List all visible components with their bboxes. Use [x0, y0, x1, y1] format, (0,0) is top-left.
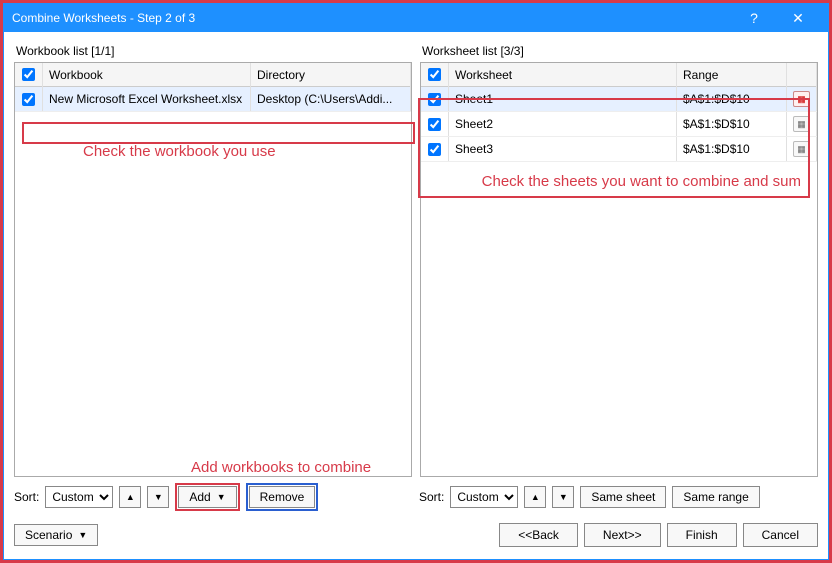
- scenario-button[interactable]: Scenario▼: [14, 524, 98, 546]
- worksheet-row-check[interactable]: [428, 118, 441, 131]
- dialog-body: Workbook list [1/1] Workbook Directory N…: [4, 32, 828, 477]
- workbook-row-dir: Desktop (C:\Users\Addi...: [251, 87, 411, 111]
- same-sheet-button[interactable]: Same sheet: [580, 486, 666, 508]
- add-button[interactable]: Add▼: [178, 486, 236, 508]
- workbook-header-name[interactable]: Workbook: [43, 63, 251, 87]
- workbook-header-check[interactable]: [15, 63, 43, 87]
- workbook-row-check[interactable]: [22, 93, 35, 106]
- annotation-highlight-add: Add▼: [175, 483, 239, 511]
- close-button[interactable]: ✕: [776, 4, 820, 32]
- worksheet-row-check[interactable]: [428, 143, 441, 156]
- worksheet-pane: Worksheet list [3/3] Worksheet Range She…: [420, 42, 818, 477]
- annotation-frame: Combine Worksheets - Step 2 of 3 ? ✕ Wor…: [0, 0, 832, 563]
- workbook-row-name: New Microsoft Excel Worksheet.xlsx: [43, 87, 251, 111]
- workbook-move-down-button[interactable]: ▼: [147, 486, 169, 508]
- worksheet-row[interactable]: Sheet3 $A$1:$D$10 ▦: [421, 137, 817, 162]
- worksheet-grid: Worksheet Range Sheet1 $A$1:$D$10 ▦ Shee…: [420, 62, 818, 477]
- worksheet-check-all[interactable]: [428, 68, 441, 81]
- annotation-highlight-remove: Remove: [246, 483, 319, 511]
- worksheet-row[interactable]: Sheet1 $A$1:$D$10 ▦: [421, 87, 817, 112]
- worksheet-move-up-button[interactable]: ▲: [524, 486, 546, 508]
- dialog-window: Combine Worksheets - Step 2 of 3 ? ✕ Wor…: [3, 3, 829, 560]
- chevron-down-icon: ▼: [78, 530, 87, 540]
- workbook-sort-select[interactable]: Custom: [45, 486, 113, 508]
- chevron-up-icon: ▲: [531, 492, 540, 502]
- worksheet-move-down-button[interactable]: ▼: [552, 486, 574, 508]
- worksheet-row-range: $A$1:$D$10: [677, 87, 787, 111]
- workbook-grid-header: Workbook Directory: [15, 63, 411, 87]
- remove-button[interactable]: Remove: [249, 486, 316, 508]
- workbook-row[interactable]: New Microsoft Excel Worksheet.xlsx Deskt…: [15, 87, 411, 112]
- same-range-button[interactable]: Same range: [672, 486, 759, 508]
- workbook-check-all[interactable]: [22, 68, 35, 81]
- worksheet-row[interactable]: Sheet2 $A$1:$D$10 ▦: [421, 112, 817, 137]
- cancel-button[interactable]: Cancel: [743, 523, 818, 547]
- finish-button[interactable]: Finish: [667, 523, 737, 547]
- worksheet-header-check[interactable]: [421, 63, 449, 87]
- back-button[interactable]: <<Back: [499, 523, 578, 547]
- worksheet-sort-select[interactable]: Custom: [450, 486, 518, 508]
- footer-bar: Scenario▼ <<Back Next>> Finish Cancel: [4, 517, 828, 559]
- window-title: Combine Worksheets - Step 2 of 3: [12, 11, 732, 25]
- worksheet-row-name: Sheet2: [449, 112, 677, 136]
- worksheet-row-name: Sheet1: [449, 87, 677, 111]
- chevron-down-icon: ▼: [559, 492, 568, 502]
- range-picker-icon[interactable]: ▦: [793, 141, 810, 157]
- next-button[interactable]: Next>>: [584, 523, 661, 547]
- range-picker-icon[interactable]: ▦: [793, 116, 810, 132]
- chevron-down-icon: ▼: [154, 492, 163, 502]
- workbook-move-up-button[interactable]: ▲: [119, 486, 141, 508]
- workbook-pane: Workbook list [1/1] Workbook Directory N…: [14, 42, 412, 477]
- worksheet-header-name[interactable]: Worksheet: [449, 63, 677, 87]
- worksheet-header-range[interactable]: Range: [677, 63, 787, 87]
- help-button[interactable]: ?: [732, 4, 776, 32]
- worksheet-grid-header: Worksheet Range: [421, 63, 817, 87]
- sort-bar: Sort: Custom ▲ ▼ Add▼ Remove Sort: Custo…: [4, 477, 828, 517]
- worksheet-sort-label: Sort:: [419, 490, 444, 504]
- worksheet-row-check[interactable]: [428, 93, 441, 106]
- chevron-up-icon: ▲: [126, 492, 135, 502]
- worksheet-row-name: Sheet3: [449, 137, 677, 161]
- workbook-list-label: Workbook list [1/1]: [16, 44, 412, 58]
- workbook-header-dir[interactable]: Directory: [251, 63, 411, 87]
- titlebar: Combine Worksheets - Step 2 of 3 ? ✕: [4, 4, 828, 32]
- workbook-sort-label: Sort:: [14, 490, 39, 504]
- worksheet-row-range: $A$1:$D$10: [677, 137, 787, 161]
- worksheet-list-label: Worksheet list [3/3]: [422, 44, 818, 58]
- range-picker-icon[interactable]: ▦: [793, 91, 810, 107]
- workbook-grid: Workbook Directory New Microsoft Excel W…: [14, 62, 412, 477]
- chevron-down-icon: ▼: [217, 492, 226, 502]
- worksheet-row-range: $A$1:$D$10: [677, 112, 787, 136]
